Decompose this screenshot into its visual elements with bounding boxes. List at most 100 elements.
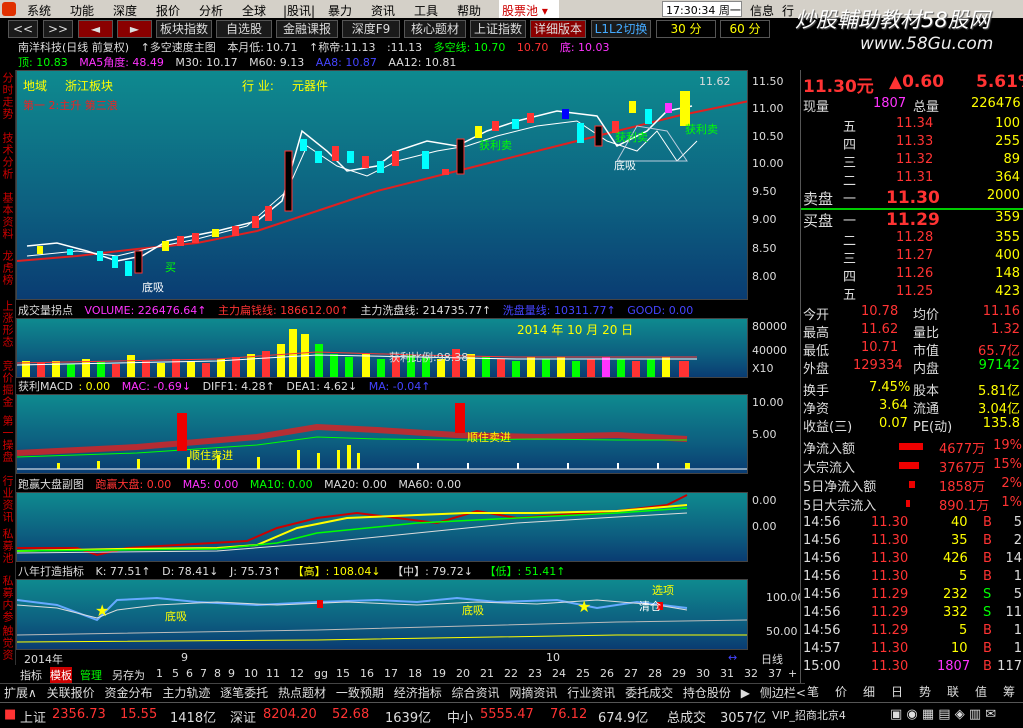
period-label[interactable]: 日线 (761, 651, 783, 667)
menu-violent[interactable]: 暴力 (328, 2, 352, 19)
nav-web-news[interactable]: 网摘资讯 (509, 686, 557, 700)
tool-num[interactable]: 15 (336, 667, 350, 680)
tab-60min[interactable]: 60 分 (720, 20, 770, 38)
tool-num[interactable]: 24 (552, 667, 566, 680)
tool-num[interactable]: 30 (696, 667, 710, 680)
rtab-jia[interactable]: 价 (835, 683, 847, 700)
rtab-ri[interactable]: 日 (891, 683, 903, 700)
menu-tools[interactable]: 工具 (414, 2, 438, 19)
nav-holdings[interactable]: 持仓股份 (683, 686, 731, 700)
menu-stocknews[interactable]: |股讯| (283, 2, 315, 19)
tool-num[interactable]: 11 (266, 667, 280, 680)
prev-stock-button[interactable]: ◄ (78, 20, 113, 38)
rtab-xi[interactable]: 细 (863, 683, 875, 700)
side-technical[interactable]: 技术分析 (1, 132, 14, 180)
side-industry-news[interactable]: 行业资讯 (1, 475, 14, 523)
tool-num[interactable]: 16 (360, 667, 374, 680)
tool-save-as[interactable]: 另存为 (112, 667, 145, 683)
tool-num[interactable]: 1 (156, 667, 163, 680)
menu-help[interactable]: 帮助 (457, 2, 481, 19)
nav-econ-index[interactable]: 经济指标 (394, 686, 442, 700)
tool-num[interactable]: 9 (228, 667, 235, 680)
tool-num[interactable]: 19 (432, 667, 446, 680)
nav-related-quote[interactable]: 关联报价 (47, 686, 95, 700)
tool-num[interactable]: 37 (768, 667, 782, 680)
tool-num[interactable]: 8 (214, 667, 221, 680)
nav-order-detail[interactable]: 逐笔委托 (220, 686, 268, 700)
rtab-chou[interactable]: 筹 (1003, 683, 1015, 700)
side-intraday[interactable]: 分时走势 (1, 72, 14, 120)
rtab-zhi[interactable]: 值 (975, 683, 987, 700)
tool-num[interactable]: 12 (290, 667, 304, 680)
menu-global[interactable]: 全球 (242, 2, 266, 19)
macd-chart[interactable]: 顺住卖进 顺住卖进 (16, 394, 748, 474)
tool-num[interactable]: 25 (576, 667, 590, 680)
menu-system[interactable]: 系统 (27, 2, 51, 19)
side-private-ref[interactable]: 私募内参 (1, 575, 14, 623)
market-chart[interactable] (16, 492, 748, 562)
menu-row[interactable]: 行 (782, 2, 794, 19)
main-candle-chart[interactable]: 地域 浙江板块 行 业: 元器件 第一 2:主升 第三浪 11.62 获利卖 获… (16, 70, 748, 300)
vip-server[interactable]: VIP_招商北京4 (772, 707, 846, 723)
tab-finance-report[interactable]: 金融课报 (276, 20, 338, 38)
tool-num[interactable]: 26 (600, 667, 614, 680)
volume-chart[interactable]: 2014 年 10 月 20 日 获利比例:98.38 (16, 318, 748, 378)
next-page-button[interactable]: >> (43, 20, 73, 38)
side-auction[interactable]: 竞价掘金 (1, 360, 14, 408)
menu-function[interactable]: 功能 (70, 2, 94, 19)
tab-30min[interactable]: 30 分 (656, 20, 716, 38)
rtab-bi[interactable]: 笔 (807, 683, 819, 700)
next-stock-button[interactable]: ► (117, 20, 152, 38)
tool-num[interactable]: 27 (624, 667, 638, 680)
side-first-trade[interactable]: 第一操盘 (1, 415, 14, 463)
tab-sector-index[interactable]: 板块指数 (156, 20, 212, 38)
play-icon[interactable]: ▶ (741, 686, 750, 700)
tool-num[interactable]: 28 (648, 667, 662, 680)
nav-expand[interactable]: 扩展∧ (4, 686, 37, 700)
menu-info[interactable]: 信息 (750, 2, 774, 19)
side-rise-pattern[interactable]: 上涨形态 (1, 300, 14, 348)
tab-shanghai-index[interactable]: 上证指数 (470, 20, 526, 38)
tool-num[interactable]: 29 (672, 667, 686, 680)
tool-num[interactable]: gg (314, 667, 328, 680)
side-private-pool[interactable]: 私募池 (1, 528, 14, 564)
menu-depth[interactable]: 深度 (113, 2, 137, 19)
rtab-lian[interactable]: 联 (947, 683, 959, 700)
tool-num[interactable]: 17 (384, 667, 398, 680)
tool-template[interactable]: 模板 (50, 667, 72, 683)
prev-page-button[interactable]: << (8, 20, 38, 38)
tool-num[interactable]: 6 (186, 667, 193, 680)
nav-industry-news[interactable]: 行业资讯 (567, 686, 615, 700)
tool-num[interactable]: 31 (720, 667, 734, 680)
tool-num[interactable]: 32 (744, 667, 758, 680)
tab-l1l2-switch[interactable]: L1L2切换 (591, 20, 651, 38)
nav-sidebar[interactable]: 侧边栏< (760, 686, 806, 700)
tool-manage[interactable]: 管理 (80, 667, 102, 683)
tab-watchlist[interactable]: 自选股 (216, 20, 272, 38)
tool-num[interactable]: 10 (244, 667, 258, 680)
tool-num[interactable]: 7 (200, 667, 207, 680)
tab-core-theme[interactable]: 核心题材 (404, 20, 466, 38)
stock-pool-dropdown[interactable]: 股票池 ▾ (499, 0, 559, 18)
rtab-shi[interactable]: 势 (919, 683, 931, 700)
nav-main-track[interactable]: 主力轨迹 (162, 686, 210, 700)
menu-quote[interactable]: 报价 (156, 2, 180, 19)
nav-hot-theme[interactable]: 热点题材 (278, 686, 326, 700)
menu-analysis[interactable]: 分析 (199, 2, 223, 19)
tool-plus[interactable]: + (788, 667, 797, 680)
tool-indicator[interactable]: 指标 (20, 667, 42, 683)
tool-num[interactable]: 18 (408, 667, 422, 680)
tab-detail-version[interactable]: 详细版本 (530, 20, 586, 38)
nav-consensus[interactable]: 一致预期 (336, 686, 384, 700)
side-dragon-tiger[interactable]: 龙虎榜 (1, 250, 14, 286)
tool-num[interactable]: 5 (172, 667, 179, 680)
side-basic-info[interactable]: 基本资料 (1, 192, 14, 240)
nav-fund-dist[interactable]: 资金分布 (104, 686, 152, 700)
tool-num[interactable]: 21 (480, 667, 494, 680)
scroll-arrow-icon[interactable]: ↔ (728, 651, 737, 664)
tool-num[interactable]: 23 (528, 667, 542, 680)
tab-depth-f9[interactable]: 深度F9 (342, 20, 400, 38)
nav-general-news[interactable]: 综合资讯 (452, 686, 500, 700)
menu-news[interactable]: 资讯 (371, 2, 395, 19)
tool-num[interactable]: 20 (456, 667, 470, 680)
